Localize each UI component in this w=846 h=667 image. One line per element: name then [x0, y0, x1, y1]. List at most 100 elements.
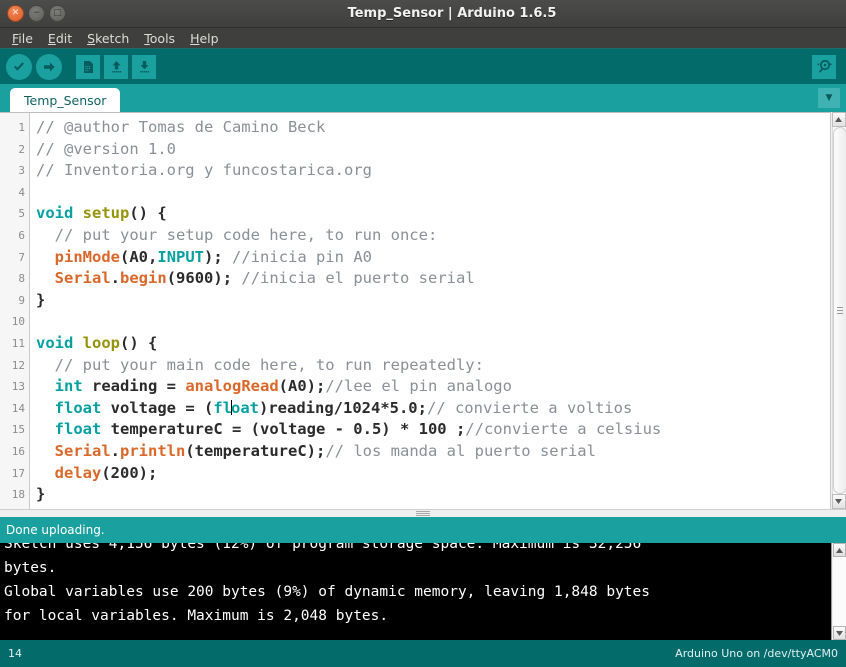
- menu-sketch[interactable]: Sketch: [81, 30, 135, 47]
- code-token: voltage = (: [101, 398, 214, 417]
- code-line[interactable]: // put your setup code here, to run once…: [36, 225, 830, 247]
- code-token: float: [54, 398, 102, 417]
- code-token: begin: [120, 269, 167, 288]
- line-number: 10: [11, 315, 25, 329]
- editor-console-splitter[interactable]: [0, 509, 846, 517]
- code-line[interactable]: // @version 1.0: [36, 139, 830, 161]
- console-line: for local variables. Maximum is 2,048 by…: [4, 608, 389, 624]
- code-line[interactable]: }: [36, 484, 830, 506]
- line-number: 13: [11, 380, 25, 394]
- save-sketch-icon: [139, 60, 149, 72]
- upload-button[interactable]: [36, 53, 62, 80]
- code-token: // @version 1.0: [36, 139, 176, 158]
- code-token: loop: [82, 333, 120, 352]
- code-line[interactable]: // Inventoria.org y funcostarica.org: [36, 160, 830, 182]
- scroll-down-button[interactable]: [831, 494, 846, 509]
- code-token: //inicia el puerto serial: [241, 269, 475, 288]
- code-line[interactable]: pinMode(A0,INPUT); //inicia pin A0: [36, 247, 830, 269]
- menu-tools[interactable]: Tools: [138, 30, 181, 47]
- code-token: (200);: [101, 463, 158, 482]
- verify-button[interactable]: [6, 53, 32, 80]
- bottom-status-bar: 14 Arduino Uno on /dev/ttyACM0: [0, 640, 846, 667]
- board-port-label: Arduino Uno on /dev/ttyACM0: [675, 647, 838, 660]
- save-sketch-button[interactable]: [132, 54, 156, 79]
- scroll-up-icon: [835, 117, 842, 122]
- minimize-icon: −: [32, 8, 41, 18]
- code-token: float: [54, 420, 102, 439]
- code-line[interactable]: // @author Tomas de Camino Beck: [36, 117, 830, 139]
- toolbar: [0, 49, 846, 84]
- scrollbar-track[interactable]: [831, 127, 846, 494]
- code-token: );: [213, 269, 242, 288]
- code-text[interactable]: // @author Tomas de Camino Beck // @versi…: [30, 113, 830, 509]
- line-number: 2: [18, 142, 25, 156]
- line-number: 7: [18, 250, 25, 264]
- code-line[interactable]: void setup() {: [36, 203, 830, 225]
- minimize-button[interactable]: −: [28, 5, 45, 22]
- tab-menu-button[interactable]: ▼: [818, 88, 840, 108]
- line-number: 14: [11, 401, 25, 415]
- line-number: 12: [11, 358, 25, 372]
- menu-bar: File Edit Sketch Tools Help: [0, 28, 846, 49]
- code-token: reading =: [82, 377, 186, 396]
- console-scrollbar[interactable]: [831, 543, 846, 640]
- code-line[interactable]: }: [36, 290, 830, 312]
- code-line[interactable]: Serial.println(temperatureC);// los mand…: [36, 441, 830, 463]
- new-sketch-icon: [83, 60, 93, 73]
- scroll-down-icon: [835, 499, 842, 504]
- status-message-bar: Done uploading.: [0, 517, 846, 543]
- code-line[interactable]: // put your main code here, to run repea…: [36, 355, 830, 377]
- code-line[interactable]: void loop() {: [36, 333, 830, 355]
- menu-file[interactable]: File: [6, 30, 39, 47]
- open-sketch-button[interactable]: [104, 54, 128, 79]
- tab-label: Temp_Sensor: [24, 92, 107, 108]
- code-token: temperatureC = (voltage - 0.5) * 100 ;: [101, 420, 466, 439]
- console-scroll-up-button[interactable]: [832, 543, 846, 557]
- code-token: // put your setup code here, to run once…: [54, 225, 438, 244]
- code-line[interactable]: delay(200);: [36, 463, 830, 485]
- code-token: INPUT: [157, 247, 205, 266]
- line-number: 4: [18, 185, 25, 199]
- code-line[interactable]: [36, 182, 830, 204]
- line-number: 11: [11, 336, 25, 350]
- code-editor[interactable]: 1 2 3 4 5 6 7 8 9 10 11 12 13 14 15 16 17 18 // @author T…: [0, 112, 830, 509]
- editor-scrollbar[interactable]: [830, 112, 846, 509]
- line-number: 17: [11, 466, 25, 480]
- code-token: );: [204, 247, 233, 266]
- window-title: Temp_Sensor | Arduino 1.6.5: [347, 6, 557, 21]
- editor-area: 1 2 3 4 5 6 7 8 9 10 11 12 13 14 15 16 17 18 // @author T…: [0, 112, 846, 608]
- scroll-up-button[interactable]: [831, 112, 846, 127]
- verify-icon: [14, 61, 24, 71]
- scrollbar-thumb[interactable]: [832, 127, 846, 494]
- console-output[interactable]: Sketch uses 4,156 bytes (12%) of program…: [0, 543, 846, 640]
- code-line[interactable]: Serial.begin(9600); //inicia el puerto s…: [36, 268, 830, 290]
- code-line[interactable]: [36, 311, 830, 333]
- close-button[interactable]: ✕: [7, 5, 24, 22]
- new-sketch-button[interactable]: [76, 54, 100, 79]
- code-token: setup: [82, 204, 130, 223]
- code-token: analogRead: [185, 377, 279, 396]
- tab-temp-sensor[interactable]: Temp_Sensor: [10, 88, 121, 112]
- code-line[interactable]: int reading = analogRead(A0);//lee el pi…: [36, 376, 830, 398]
- line-number: 5: [18, 207, 25, 221]
- line-number: 6: [18, 228, 25, 242]
- maximize-button[interactable]: □: [49, 5, 66, 22]
- menu-edit[interactable]: Edit: [42, 30, 78, 47]
- menu-help[interactable]: Help: [184, 30, 225, 47]
- console-scroll-down-button[interactable]: [832, 626, 846, 640]
- code-token: // put your main code here, to run repea…: [54, 355, 484, 374]
- code-token: void: [36, 333, 74, 352]
- arduino-ide-window: ✕ − □ Temp_Sensor | Arduino 1.6.5 File Ed…: [0, 0, 846, 667]
- serial-monitor-button[interactable]: [812, 54, 836, 79]
- code-line[interactable]: float voltage = (float)reading/1024*5.0;…: [36, 398, 830, 420]
- console-scrollbar-track[interactable]: [832, 557, 846, 626]
- code-line[interactable]: float temperatureC = (voltage - 0.5) * 1…: [36, 419, 830, 441]
- code-token: // convierte a voltios: [426, 398, 633, 417]
- console-line: bytes.: [4, 560, 57, 576]
- splitter-grip: [416, 511, 430, 516]
- code-token: A0: [129, 247, 149, 266]
